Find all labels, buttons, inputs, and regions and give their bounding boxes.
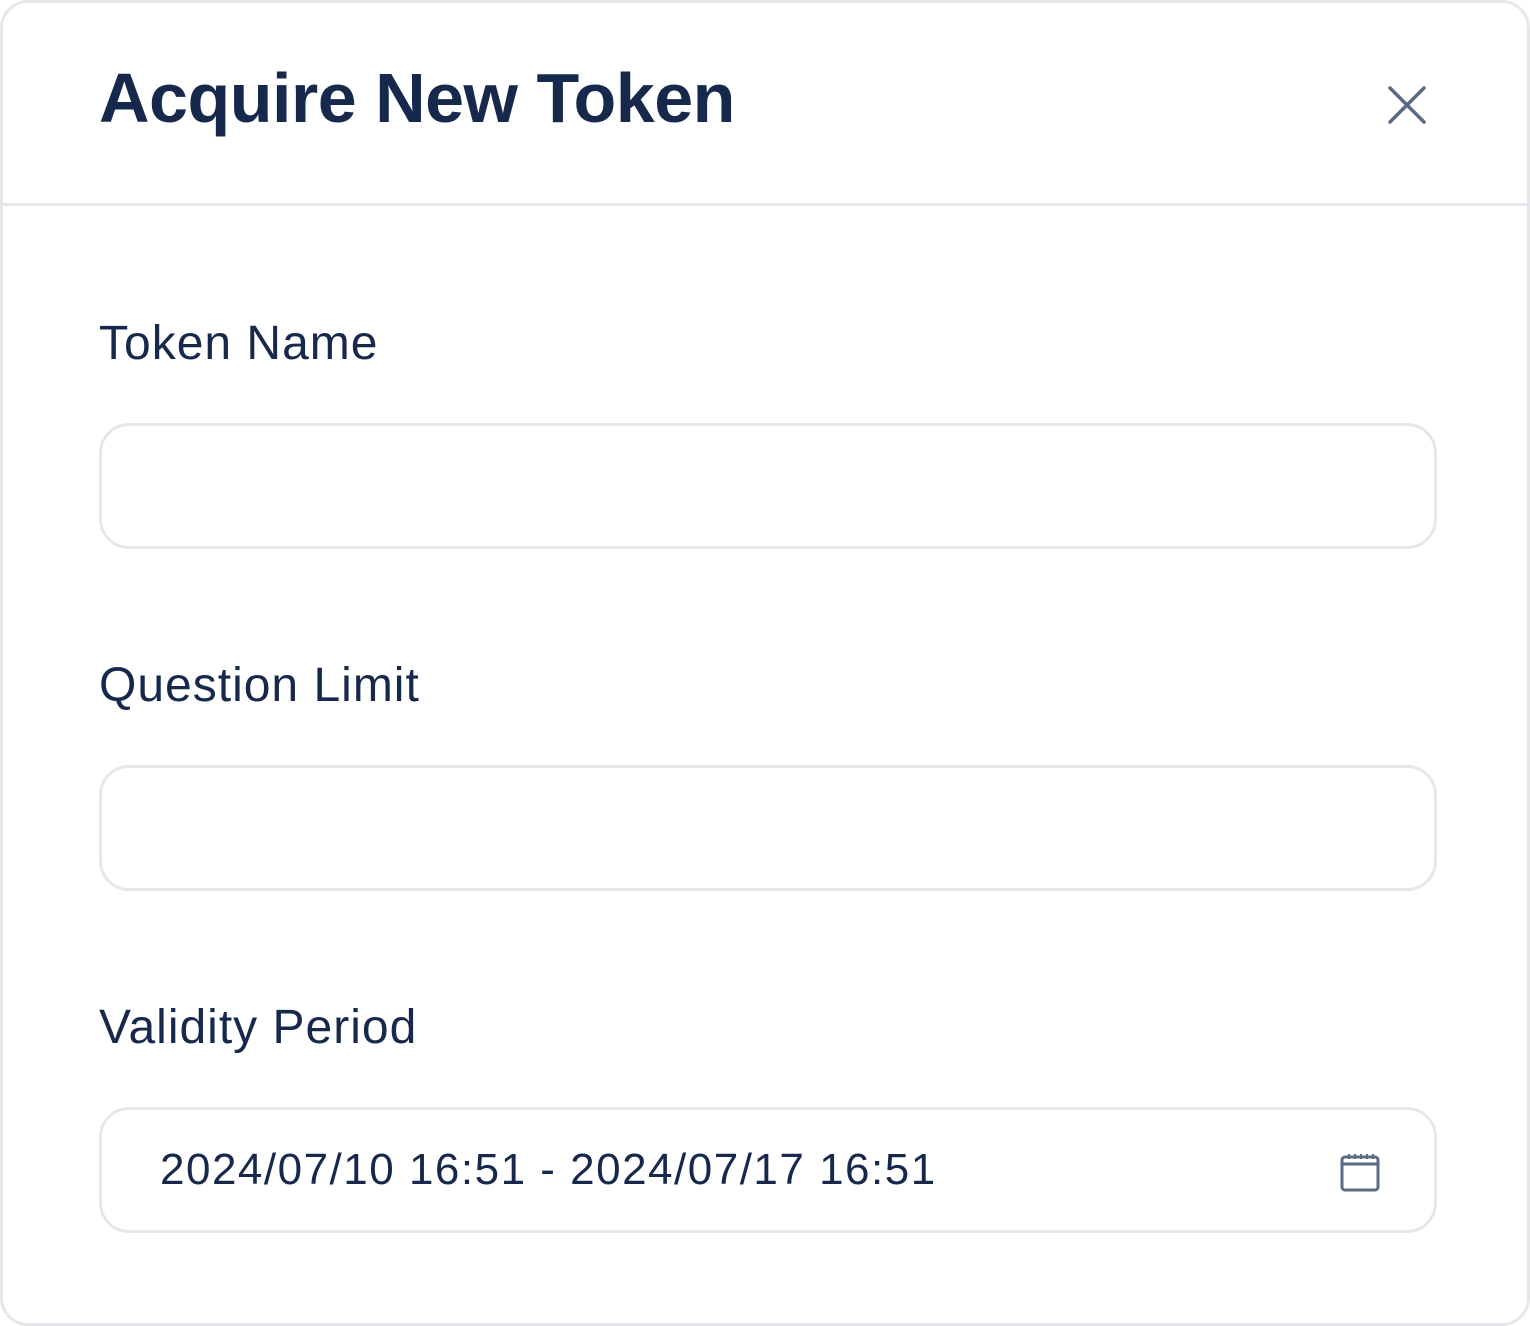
validity-period-picker[interactable]: 2024/07/10 16:51 - 2024/07/17 16:51 bbox=[99, 1107, 1437, 1233]
validity-period-value: 2024/07/10 16:51 - 2024/07/17 16:51 bbox=[160, 1145, 937, 1194]
acquire-token-dialog: Acquire New Token Token Name Question Li… bbox=[0, 0, 1530, 1326]
token-name-input[interactable] bbox=[99, 423, 1437, 549]
token-name-label: Token Name bbox=[99, 317, 379, 370]
dialog-title: Acquire New Token bbox=[99, 59, 735, 137]
question-limit-input[interactable] bbox=[99, 765, 1437, 891]
close-button[interactable] bbox=[1383, 81, 1431, 129]
dialog-header: Acquire New Token bbox=[3, 3, 1527, 206]
close-icon bbox=[1388, 86, 1426, 124]
calendar-icon[interactable] bbox=[1340, 1152, 1380, 1192]
question-limit-label: Question Limit bbox=[99, 659, 420, 712]
validity-period-label: Validity Period bbox=[99, 1001, 418, 1054]
